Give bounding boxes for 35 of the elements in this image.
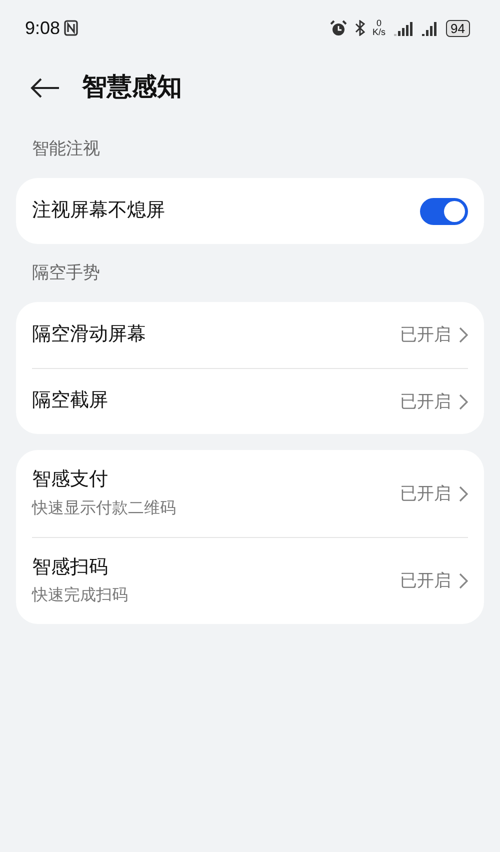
setting-status: 已开启 <box>400 570 451 592</box>
chevron-right-icon <box>459 327 468 343</box>
toggle-switch[interactable] <box>420 198 468 224</box>
settings-row[interactable]: 隔空滑动屏幕 已开启 <box>32 302 468 368</box>
clock-time: 9:08 <box>25 16 60 40</box>
setting-label: 隔空滑动屏幕 <box>32 322 146 347</box>
chevron-right-icon <box>459 486 468 502</box>
settings-row[interactable]: 隔空截屏 已开启 <box>32 368 468 434</box>
setting-status: 已开启 <box>400 390 451 413</box>
setting-label: 隔空截屏 <box>32 389 108 414</box>
chevron-right-icon <box>459 394 468 410</box>
speed-unit: K/s <box>372 28 386 37</box>
settings-row[interactable]: 智感扫码 快速完成扫码 已开启 <box>32 537 468 624</box>
settings-row[interactable]: 智感支付 快速显示付款二维码 已开启 <box>32 450 468 537</box>
alarm-icon <box>330 20 347 36</box>
back-icon <box>30 77 60 99</box>
chevron-right-icon <box>459 573 468 589</box>
setting-description: 快速显示付款二维码 <box>32 498 176 519</box>
setting-label: 注视屏幕不熄屏 <box>32 198 165 223</box>
signal-icon <box>422 20 438 36</box>
setting-status: 已开启 <box>400 324 451 346</box>
setting-label: 智感支付 <box>32 468 109 492</box>
page-title: 智慧感知 <box>82 72 182 104</box>
setting-status: 已开启 <box>400 482 451 505</box>
speed-value: 0 <box>376 19 383 28</box>
setting-label: 智感扫码 <box>32 556 109 580</box>
nfc-icon <box>64 20 78 36</box>
section-title: 隔空手势 <box>32 262 100 284</box>
setting-description: 快速完成扫码 <box>32 586 128 606</box>
bluetooth-icon <box>354 20 365 36</box>
back-button[interactable] <box>30 77 60 99</box>
settings-row[interactable]: 注视屏幕不熄屏 <box>32 178 468 244</box>
signal-icon <box>394 20 414 36</box>
battery-level: 94 <box>446 20 470 36</box>
section-title: 智能注视 <box>32 138 100 160</box>
